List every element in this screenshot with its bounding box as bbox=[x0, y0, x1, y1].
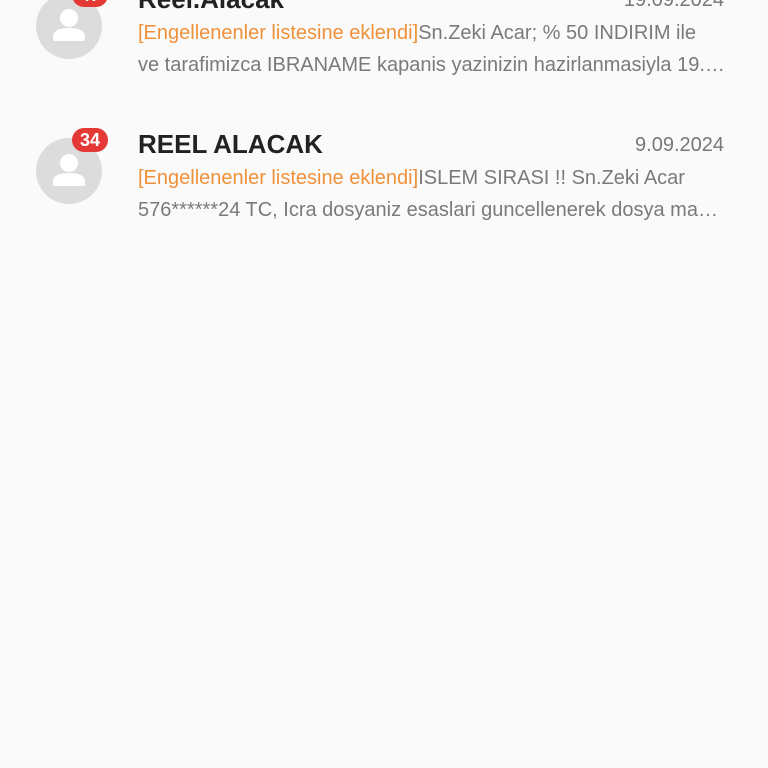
thread-item[interactable]: 34 REEL ALACAK 9.09.2024 [Engellenenler … bbox=[0, 128, 768, 258]
preview-text-1: ISLEM SIRASI !! Sn.Zeki Acar bbox=[418, 167, 685, 189]
person-icon bbox=[53, 9, 85, 41]
thread-item[interactable]: 47 Reel.Alacak 19.09.2024 [Engellenenler… bbox=[0, 0, 768, 113]
sender-name: REEL ALACAK bbox=[138, 129, 323, 159]
message-thread-list: 47 Reel.Alacak 19.09.2024 [Engellenenler… bbox=[0, 0, 768, 768]
preview-text-1: Sn.Zeki Acar; % 50 INDIRIM ile bbox=[418, 22, 697, 44]
preview-line-2: 576******24 TC, Icra dosyaniz esaslari g… bbox=[138, 199, 726, 221]
preview-line-1: [Engellenenler listesine eklendi]Sn.Zeki… bbox=[138, 17, 726, 49]
message-date: 19.09.2024 bbox=[623, 0, 724, 11]
blocked-list-tag: [Engellenenler listesine eklendi] bbox=[138, 22, 419, 44]
preview-line-1: [Engellenenler listesine eklendi]ISLEM S… bbox=[138, 162, 726, 194]
sender-name: Reel.Alacak bbox=[138, 0, 284, 14]
contact-avatar[interactable] bbox=[36, 0, 102, 59]
preview-line-2: ve tarafimizca IBRANAME kapanis yazinizi… bbox=[138, 54, 726, 76]
message-date: 9.09.2024 bbox=[635, 134, 724, 156]
message-preview: [Engellenenler listesine eklendi]Sn.Zeki… bbox=[138, 17, 726, 81]
message-preview: [Engellenenler listesine eklendi]ISLEM S… bbox=[138, 162, 726, 226]
unread-count-badge: 34 bbox=[72, 128, 108, 152]
blocked-list-tag: [Engellenenler listesine eklendi] bbox=[138, 167, 419, 189]
